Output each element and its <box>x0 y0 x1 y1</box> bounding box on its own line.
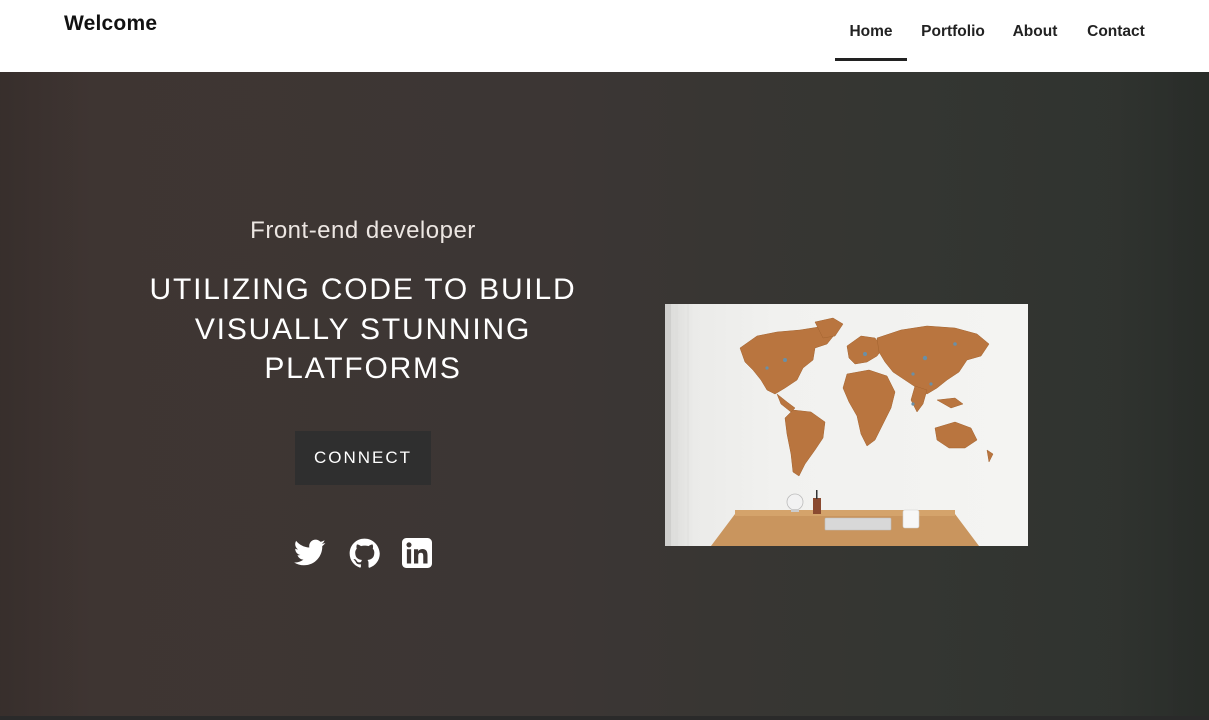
site-brand[interactable]: Welcome <box>64 12 157 36</box>
linkedin-link[interactable] <box>400 536 434 570</box>
hero-bottom-border <box>0 716 1209 720</box>
nav-item-portfolio[interactable]: Portfolio <box>915 0 991 58</box>
twitter-link[interactable] <box>293 536 327 570</box>
nav-item-contact[interactable]: Contact <box>1080 0 1152 58</box>
connect-button[interactable]: CONNECT <box>295 431 431 485</box>
nav-item-about[interactable]: About <box>1004 0 1066 58</box>
nav-item-home[interactable]: Home <box>835 0 907 61</box>
top-navbar: Welcome Home Portfolio About Contact <box>0 0 1209 72</box>
hero-section: Front-end developer UTILIZING CODE TO BU… <box>0 72 1209 720</box>
hero-image <box>665 304 1028 546</box>
hero-subtitle: Front-end developer <box>250 217 476 244</box>
hero-headline: UTILIZING CODE TO BUILD VISUALLY STUNNIN… <box>149 273 577 385</box>
world-map-desk-illustration <box>665 304 994 546</box>
github-icon <box>349 538 380 568</box>
linkedin-icon <box>402 538 432 568</box>
github-link[interactable] <box>347 536 381 570</box>
twitter-icon <box>294 539 326 566</box>
